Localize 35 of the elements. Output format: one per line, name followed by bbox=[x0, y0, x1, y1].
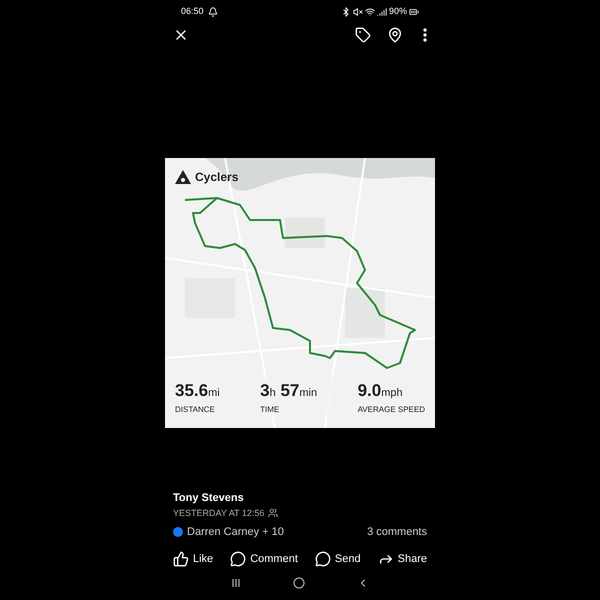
clock-time: 06:50 bbox=[181, 5, 204, 18]
author-name[interactable]: Tony Stevens bbox=[173, 490, 427, 506]
mute-icon bbox=[352, 7, 363, 17]
audience-icon bbox=[268, 508, 278, 518]
reactions-count[interactable]: Darren Carney + 10 bbox=[187, 524, 284, 540]
bluetooth-icon bbox=[340, 7, 351, 17]
more-icon bbox=[423, 28, 427, 42]
post-time: YESTERDAY AT 12:56 bbox=[173, 506, 264, 520]
more-button[interactable] bbox=[423, 28, 427, 42]
notification-icon bbox=[208, 7, 218, 17]
home-button[interactable] bbox=[293, 577, 305, 589]
brand-name: Cyclers bbox=[195, 169, 238, 186]
stat-value: 35.6mi bbox=[175, 380, 220, 402]
stat-label: DISTANCE bbox=[175, 404, 216, 416]
battery-icon bbox=[409, 7, 419, 17]
signal-icon bbox=[376, 7, 387, 17]
post-action-button[interactable]: Share bbox=[378, 550, 427, 567]
stat-value: 9.0mph bbox=[358, 380, 404, 402]
wifi-icon bbox=[364, 7, 375, 17]
tag-button[interactable] bbox=[355, 27, 371, 43]
stat-value: 3h 57min bbox=[260, 380, 318, 402]
location-button[interactable] bbox=[387, 27, 403, 43]
speech-bubble-icon bbox=[230, 550, 246, 567]
logo-icon bbox=[175, 170, 191, 184]
recents-button[interactable] bbox=[231, 578, 241, 588]
stat-label: AVERAGE SPEED bbox=[358, 404, 425, 416]
battery-percent: 90% bbox=[388, 5, 407, 18]
post-action-button[interactable]: Like bbox=[173, 550, 214, 567]
comments-count[interactable]: 3 comments bbox=[367, 524, 427, 540]
post-action-button[interactable]: Comment bbox=[230, 550, 298, 567]
chat-icon bbox=[314, 550, 331, 567]
like-reaction-icon bbox=[173, 527, 183, 538]
post-action-button[interactable]: Send bbox=[314, 550, 361, 567]
thumbs-up-icon bbox=[173, 550, 189, 567]
stat-label: TIME bbox=[260, 404, 280, 416]
